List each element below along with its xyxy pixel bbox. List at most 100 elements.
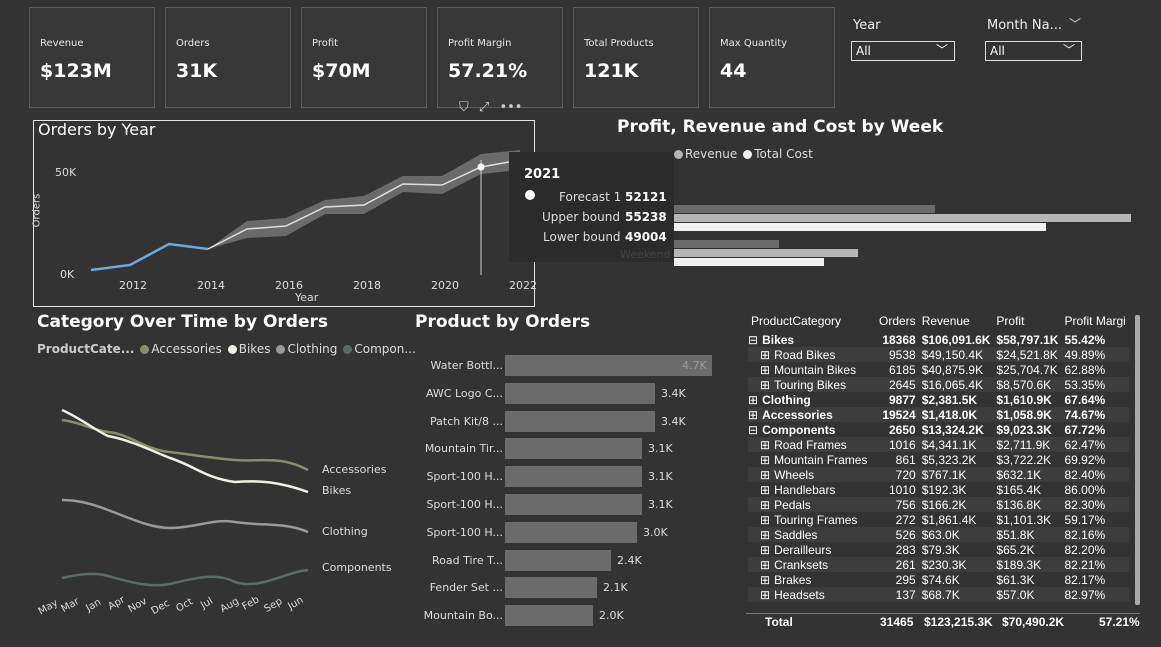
table-row[interactable]: ⊞ Handlebars 1010 $192.3K $165.4K 86.00% [748,482,1129,497]
table-row[interactable]: ⊞ Accessories 19524 $1,418.0K $1,058.9K 74.67… [748,407,1129,422]
table-row[interactable]: ⊞ Road Bikes 9538 $49,150.4K $24,521.8K 49.89… [748,347,1129,362]
x-tick-label: May [36,597,61,618]
row-header: ⊞ Touring Bikes [748,377,876,392]
bar-data-label: 3.4K [661,414,686,428]
row-label: Road Frames [774,437,847,452]
bar-category-label: Patch Kit/8 ... [430,414,503,428]
expand-icon[interactable]: ⊞ [760,528,770,542]
expand-icon[interactable]: ⊞ [760,558,770,572]
column-header[interactable]: Profit Margi [1061,310,1128,332]
x-axis-title: Year [295,291,319,304]
cell-revenue: $2,381.5K [921,392,978,407]
matrix-visual[interactable]: ProductCategory Orders Revenue Profit Pr… [746,310,1140,636]
cell-revenue: $63.0K [918,527,994,542]
table-row[interactable]: ⊞ Touring Bikes 2645 $16,065.4K $8,570.6K 53.… [748,377,1129,392]
more-options-icon[interactable]: ••• [499,100,522,115]
legend-item[interactable]: Bikes [239,342,271,356]
table-row[interactable]: ⊞ Road Frames 1016 $4,341.1K $2,711.9K 62.47% [748,437,1129,452]
expand-icon[interactable]: ⊞ [748,408,758,422]
table-row[interactable]: ⊞ Derailleurs 283 $79.3K $65.2K 82.20% [748,542,1129,557]
chevron-down-icon: ﹀ [935,43,948,57]
product-bar[interactable] [505,438,642,460]
x-tick-label: Jul [199,595,216,612]
table-row[interactable]: ⊞ Saddles 526 $63.0K $51.8K 82.16% [748,527,1129,542]
product-bar[interactable] [505,410,655,432]
product-bar[interactable] [505,549,611,571]
expand-icon[interactable]: ⊞ [760,498,770,512]
legend-item[interactable]: Total Cost [754,147,813,161]
product-bar[interactable] [505,605,593,627]
column-header[interactable]: Revenue [919,310,994,332]
product-bar[interactable] [505,494,642,515]
expand-icon[interactable]: ⊞ [760,573,770,587]
cell-margin: 82.97% [1061,587,1129,602]
table-row[interactable]: ⊞ Pedals 756 $166.2K $136.8K 82.30% [748,497,1129,512]
expand-icon[interactable]: ⊞ [760,513,770,527]
table-row[interactable]: ⊞ Headsets 137 $68.7K $57.0K 82.97% [748,587,1129,602]
year-dropdown[interactable]: All ﹀ [851,41,955,61]
orders-card[interactable]: Orders 31K [165,7,291,108]
focus-mode-icon[interactable]: ⤢ [479,100,489,115]
expand-icon[interactable]: ⊞ [748,393,758,407]
product-bar[interactable] [505,521,637,543]
table-row[interactable]: ⊟ Components 2650 $13,324.2K $9,023.3K 67.72% [748,422,1129,437]
row-label: Touring Frames [774,512,858,527]
collapse-icon[interactable]: ⊟ [748,333,758,347]
column-header[interactable]: ProductCategory [748,310,876,332]
column-header[interactable]: Profit [993,310,1061,332]
cell-margin: 67.64% [1064,392,1106,407]
month-dropdown[interactable]: All ﹀ [985,41,1082,61]
product-bar[interactable] [505,466,642,488]
vertical-scrollbar[interactable] [1135,315,1140,605]
cell-revenue: $49,150.4K [918,347,994,362]
cell-profit: $61.3K [996,572,1035,587]
row-header: ⊞ Mountain Bikes [748,362,876,377]
expand-icon[interactable]: ⊞ [760,438,770,452]
filter-icon[interactable]: ⛉ [459,100,469,115]
table-row[interactable]: ⊞ Clothing 9877 $2,381.5K $1,610.9K 67.64% [748,392,1129,407]
expand-icon[interactable]: ⊞ [760,348,770,362]
max-quantity-card[interactable]: Max Quantity 44 [709,7,835,108]
expand-icon[interactable]: ⊞ [760,453,770,467]
legend-item[interactable]: Compon... [354,342,415,356]
table-row[interactable]: ⊞ Mountain Bikes 6185 $40,875.9K $25,704.7K 6… [748,362,1129,377]
cell-profit: $165.4K [996,482,1042,497]
product-bar[interactable] [505,577,597,599]
card-label: Revenue [40,38,84,49]
table-row[interactable]: ⊞ Cranksets 261 $230.3K $189.3K 82.21% [748,557,1129,572]
legend-item[interactable]: Clothing [287,342,337,356]
legend-dot [227,345,237,354]
card-label: Profit [312,38,339,49]
table-row[interactable]: ⊞ Mountain Frames 861 $5,323.2K $3,722.2K 69.… [748,452,1129,467]
expand-icon[interactable]: ⊞ [760,588,770,602]
table-row[interactable]: ⊞ Brakes 295 $74.6K $61.3K 82.17% [748,572,1129,587]
bar-category-label: Water Bottl... [430,359,503,372]
cell-margin: 59.17% [1064,512,1106,527]
expand-icon[interactable]: ⊞ [760,543,770,557]
total-margin: 57.21% [1099,615,1140,629]
chevron-down-icon[interactable]: ﹀ [1069,15,1081,32]
expand-icon[interactable]: ⊞ [760,378,770,392]
expand-icon[interactable]: ⊞ [760,363,770,377]
table-row[interactable]: ⊞ Wheels 720 $767.1K $632.1K 82.40% [748,467,1129,482]
product-bar[interactable] [505,382,655,404]
revenue-card[interactable]: Revenue $123M [29,7,155,108]
table-row[interactable]: ⊞ Touring Frames 272 $1,861.4K $1,101.3K 59.1… [748,512,1129,527]
product-bar[interactable] [505,355,712,376]
table-row[interactable]: ⊟ Bikes 18368 $106,091.6K $58,797.1K 55.42% [748,332,1129,347]
collapse-icon[interactable]: ⊟ [748,423,758,437]
cell-profit: $189.3K [993,557,1062,572]
profit-margin-card[interactable]: Profit Margin 57.21% [437,7,563,108]
forecast-tooltip: 2021 Forecast 1 52121 Upper bound 55238 … [509,152,674,262]
expand-icon[interactable]: ⊞ [760,468,770,482]
row-header: ⊞ Mountain Frames [748,452,876,467]
profit-card[interactable]: Profit $70M [301,7,427,108]
row-label: Mountain Bikes [774,362,857,377]
legend-item[interactable]: Revenue [685,147,737,161]
expand-icon[interactable]: ⊞ [760,483,770,497]
cell-profit: $9,023.3K [996,422,1052,437]
row-header: ⊞ Cranksets [748,557,876,572]
legend-item[interactable]: Accessories [151,342,221,356]
total-products-card[interactable]: Total Products 121K [573,7,699,108]
column-header[interactable]: Orders [876,310,919,332]
